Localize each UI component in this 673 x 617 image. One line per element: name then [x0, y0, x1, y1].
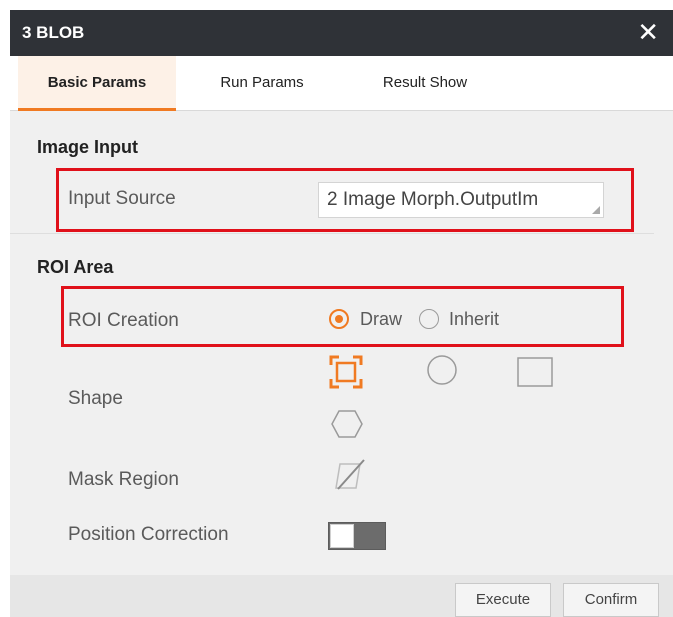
dialog-title-bar: 3 BLOB ✕: [10, 10, 673, 56]
input-source-highlight: [56, 168, 634, 232]
position-correction-label: Position Correction: [68, 524, 229, 545]
polygon-icon[interactable]: [330, 408, 364, 440]
close-icon[interactable]: ✕: [637, 18, 659, 46]
position-correction-toggle[interactable]: [328, 522, 386, 550]
roi-area-heading: ROI Area: [37, 257, 114, 277]
mask-region-label: Mask Region: [68, 469, 179, 490]
toggle-knob: [330, 524, 354, 548]
image-input-heading: Image Input: [37, 137, 139, 157]
tab-run-params[interactable]: Run Params: [207, 56, 317, 110]
circle-icon[interactable]: [426, 354, 460, 388]
tab-basic-params[interactable]: Basic Params: [18, 56, 176, 111]
confirm-button[interactable]: Confirm: [563, 583, 659, 617]
rectangle-icon[interactable]: [516, 356, 554, 388]
execute-button[interactable]: Execute: [455, 583, 551, 617]
tab-result-show[interactable]: Result Show: [365, 56, 485, 110]
fullscreen-roi-icon[interactable]: [328, 354, 364, 390]
tab-bar: Basic Params Run Params Result Show: [10, 56, 673, 111]
roi-creation-highlight: [61, 286, 624, 347]
section-divider: [10, 233, 654, 234]
mask-region-icon[interactable]: [330, 456, 370, 496]
dialog-title: 3 BLOB: [22, 23, 85, 42]
shape-label: Shape: [68, 388, 123, 409]
